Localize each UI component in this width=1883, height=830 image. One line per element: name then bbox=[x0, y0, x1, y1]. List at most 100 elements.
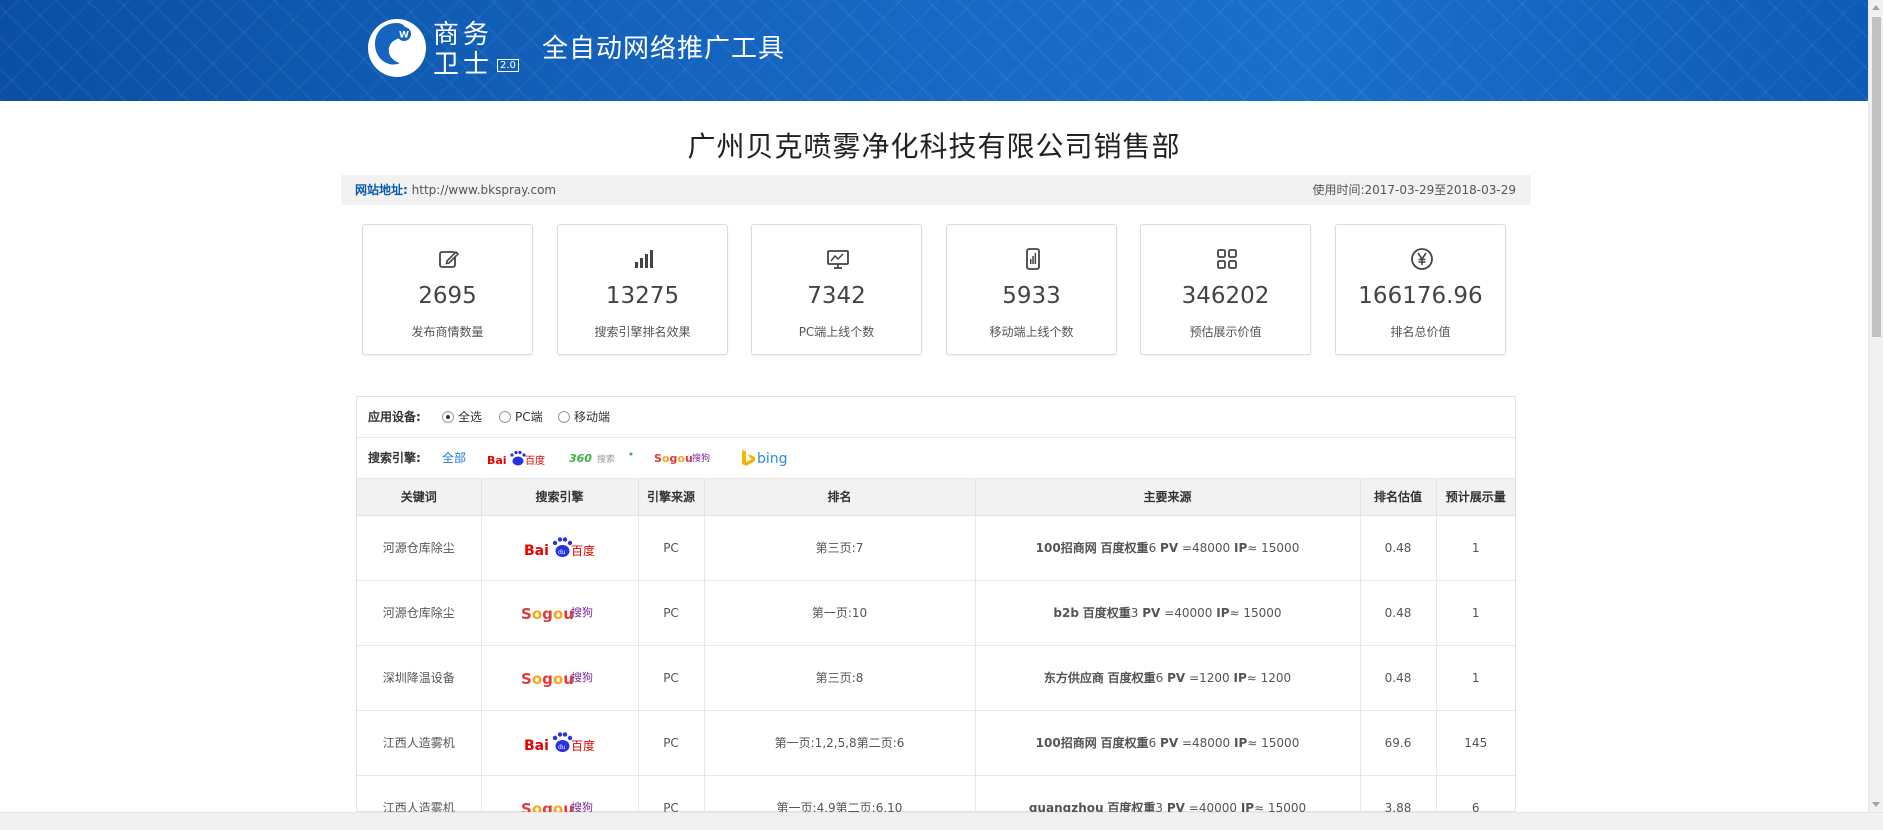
main-source-cell: 100招商网 百度权重6 PV =48000 IP≈ 15000 bbox=[975, 515, 1361, 581]
main-site: 东方供应商 bbox=[1043, 671, 1104, 685]
grid-icon bbox=[1217, 249, 1237, 269]
stat-card-display-value: 346202 预估展示价值 bbox=[1140, 224, 1311, 355]
main-site: b2b bbox=[1053, 606, 1079, 620]
column-header-engine: 搜索引擎 bbox=[481, 479, 639, 516]
weight-value: 6 bbox=[1155, 671, 1164, 685]
views-cell: 1 bbox=[1436, 515, 1515, 581]
engine-cell: Bai du 百度 bbox=[481, 515, 639, 581]
brand-line1: 商务 bbox=[433, 20, 494, 50]
source-cell: PC bbox=[638, 775, 705, 812]
engine-filter-360[interactable]: 360 搜索 bbox=[569, 447, 635, 469]
engine-filter-bing[interactable]: bing bbox=[740, 447, 802, 469]
engine-cell: Sogou 搜狗 bbox=[481, 580, 639, 646]
keyword-cell: 江西人造雾机 bbox=[357, 710, 482, 776]
site-url[interactable]: http://www.bkspray.com bbox=[412, 183, 556, 197]
ip-value: ≈ 15000 bbox=[1229, 606, 1282, 620]
brand-line2-wrap: 卫士 2.0 bbox=[433, 50, 519, 80]
weight-label: 百度权重 bbox=[1107, 801, 1156, 812]
value-cell: 0.48 bbox=[1360, 645, 1437, 711]
pv-label: PV bbox=[1166, 801, 1185, 812]
company-title: 广州贝克喷雾净化科技有限公司销售部 bbox=[687, 130, 1181, 163]
svg-text:搜狗: 搜狗 bbox=[571, 605, 593, 619]
views-cell: 6 bbox=[1436, 775, 1515, 812]
weight-label: 百度权重 bbox=[1100, 736, 1149, 750]
device-option-pc[interactable]: PC端 bbox=[499, 410, 543, 424]
scroll-up-icon[interactable] bbox=[1872, 5, 1880, 10]
engine-filter-all[interactable]: 全部 bbox=[442, 447, 466, 469]
main-source-cell: 东方供应商 百度权重6 PV =1200 IP≈ 1200 bbox=[975, 645, 1361, 711]
value-cell: 0.48 bbox=[1360, 580, 1437, 646]
weight-value: 3 bbox=[1155, 801, 1164, 812]
radio-unchecked-icon bbox=[499, 411, 511, 423]
stat-card-mobile: 5933 移动端上线个数 bbox=[946, 224, 1117, 355]
vertical-scrollbar[interactable] bbox=[1868, 0, 1883, 812]
source-cell: PC bbox=[638, 710, 705, 776]
table-row: 江西人造雾机 Sogou 搜狗 PC 第一页:4,9第二页:6,10 guangzhou … bbox=[357, 775, 1515, 812]
column-header-main-source: 主要来源 bbox=[975, 479, 1361, 516]
main-source-cell: b2b 百度权重3 PV =40000 IP≈ 15000 bbox=[975, 580, 1361, 646]
keyword-cell: 江西人造雾机 bbox=[357, 775, 482, 812]
rank-cell: 第一页:1,2,5,8第二页:6 bbox=[704, 710, 976, 776]
views-cell: 1 bbox=[1436, 580, 1515, 646]
ip-label: IP bbox=[1234, 736, 1248, 750]
stat-value: 5933 bbox=[1002, 283, 1061, 309]
table-row: 河源仓库除尘 Sogou 搜狗 PC 第一页:10 b2b 百度权重3 PV =40000… bbox=[357, 580, 1515, 646]
version-badge: 2.0 bbox=[497, 58, 519, 72]
stat-value: 2695 bbox=[418, 283, 477, 309]
baidu-logo-icon: Bai du 百度 bbox=[524, 536, 595, 559]
ranking-table: 关键词 搜索引擎 引擎来源 排名 主要来源 排名估值 预计展示量 河源仓库除尘 B… bbox=[357, 479, 1515, 812]
keyword-cell: 深圳降温设备 bbox=[357, 645, 482, 711]
stat-card-total-value: 166176.96 排名总价值 bbox=[1335, 224, 1506, 355]
weight-value: 3 bbox=[1130, 606, 1139, 620]
source-cell: PC bbox=[638, 580, 705, 646]
engine-filter-sogou[interactable]: Sogou 搜狗 bbox=[654, 447, 718, 469]
table-header-row: 关键词 搜索引擎 引擎来源 排名 主要来源 排名估值 预计展示量 bbox=[357, 479, 1515, 516]
stat-card-ranking: 13275 搜索引擎排名效果 bbox=[557, 224, 728, 355]
info-bar: 网站地址: http://www.bkspray.com 使用时间:2017-0… bbox=[341, 175, 1531, 205]
engine-cell: Bai du 百度 bbox=[481, 710, 639, 776]
ranking-panel: 应用设备: 全选 PC端 移动端 搜索引擎: 全部 Bai 百度 360 搜索 … bbox=[356, 396, 1516, 812]
svg-text:du: du bbox=[558, 549, 566, 556]
svg-text:搜狗: 搜狗 bbox=[571, 800, 593, 813]
stat-value: 7342 bbox=[807, 283, 866, 309]
device-option-all[interactable]: 全选 bbox=[442, 410, 482, 424]
stat-label: 预估展示价值 bbox=[1189, 325, 1262, 339]
svg-text:Bai: Bai bbox=[487, 454, 507, 467]
stat-label: 移动端上线个数 bbox=[989, 325, 1074, 339]
column-header-rank: 排名 bbox=[704, 479, 976, 516]
views-cell: 1 bbox=[1436, 645, 1515, 711]
weight-label: 百度权重 bbox=[1082, 606, 1131, 620]
pv-label: PV bbox=[1142, 606, 1161, 620]
table-row: 江西人造雾机 Bai du 百度 PC 第一页:1,2,5,8第二页:6 100招商网 百度… bbox=[357, 710, 1515, 776]
pv-value: =40000 bbox=[1164, 606, 1213, 620]
scroll-down-icon[interactable] bbox=[1872, 802, 1880, 807]
svg-text:W: W bbox=[399, 31, 409, 41]
header-tagline: 全自动网络推广工具 bbox=[542, 34, 786, 64]
pv-label: PV bbox=[1160, 736, 1179, 750]
sogou-logo-icon: Sogou搜狗 bbox=[521, 800, 593, 813]
device-option-mobile[interactable]: 移动端 bbox=[558, 410, 610, 424]
ranking-table-body: 河源仓库除尘 Bai du 百度 PC 第三页:7 100招商网 百度权重6 PV =480… bbox=[357, 515, 1515, 812]
pv-value: =40000 bbox=[1188, 801, 1237, 812]
horizontal-scrollbar[interactable] bbox=[0, 812, 1883, 830]
source-cell: PC bbox=[638, 645, 705, 711]
svg-text:Bai: Bai bbox=[524, 738, 549, 754]
engine-filter-label: 搜索引擎: bbox=[368, 451, 421, 465]
stat-value: 166176.96 bbox=[1358, 283, 1483, 309]
site-label: 网站地址: bbox=[355, 183, 408, 197]
column-header-keyword: 关键词 bbox=[357, 479, 482, 516]
bar-chart-icon bbox=[635, 250, 653, 268]
svg-text:百度: 百度 bbox=[571, 738, 595, 753]
stat-card-pc: 7342 PC端上线个数 bbox=[751, 224, 922, 355]
engine-filter-baidu[interactable]: Bai 百度 bbox=[487, 447, 545, 469]
stat-label: PC端上线个数 bbox=[798, 325, 875, 339]
scrollbar-thumb[interactable] bbox=[1872, 17, 1881, 337]
pv-label: PV bbox=[1167, 671, 1186, 685]
svg-text:Sogou: Sogou bbox=[521, 800, 574, 813]
weight-value: 6 bbox=[1148, 541, 1157, 555]
rank-cell: 第三页:7 bbox=[704, 515, 976, 581]
svg-text:Sogou: Sogou bbox=[654, 452, 693, 465]
svg-text:360: 360 bbox=[569, 452, 592, 465]
keyword-cell: 河源仓库除尘 bbox=[357, 515, 482, 581]
edit-icon bbox=[439, 250, 460, 268]
